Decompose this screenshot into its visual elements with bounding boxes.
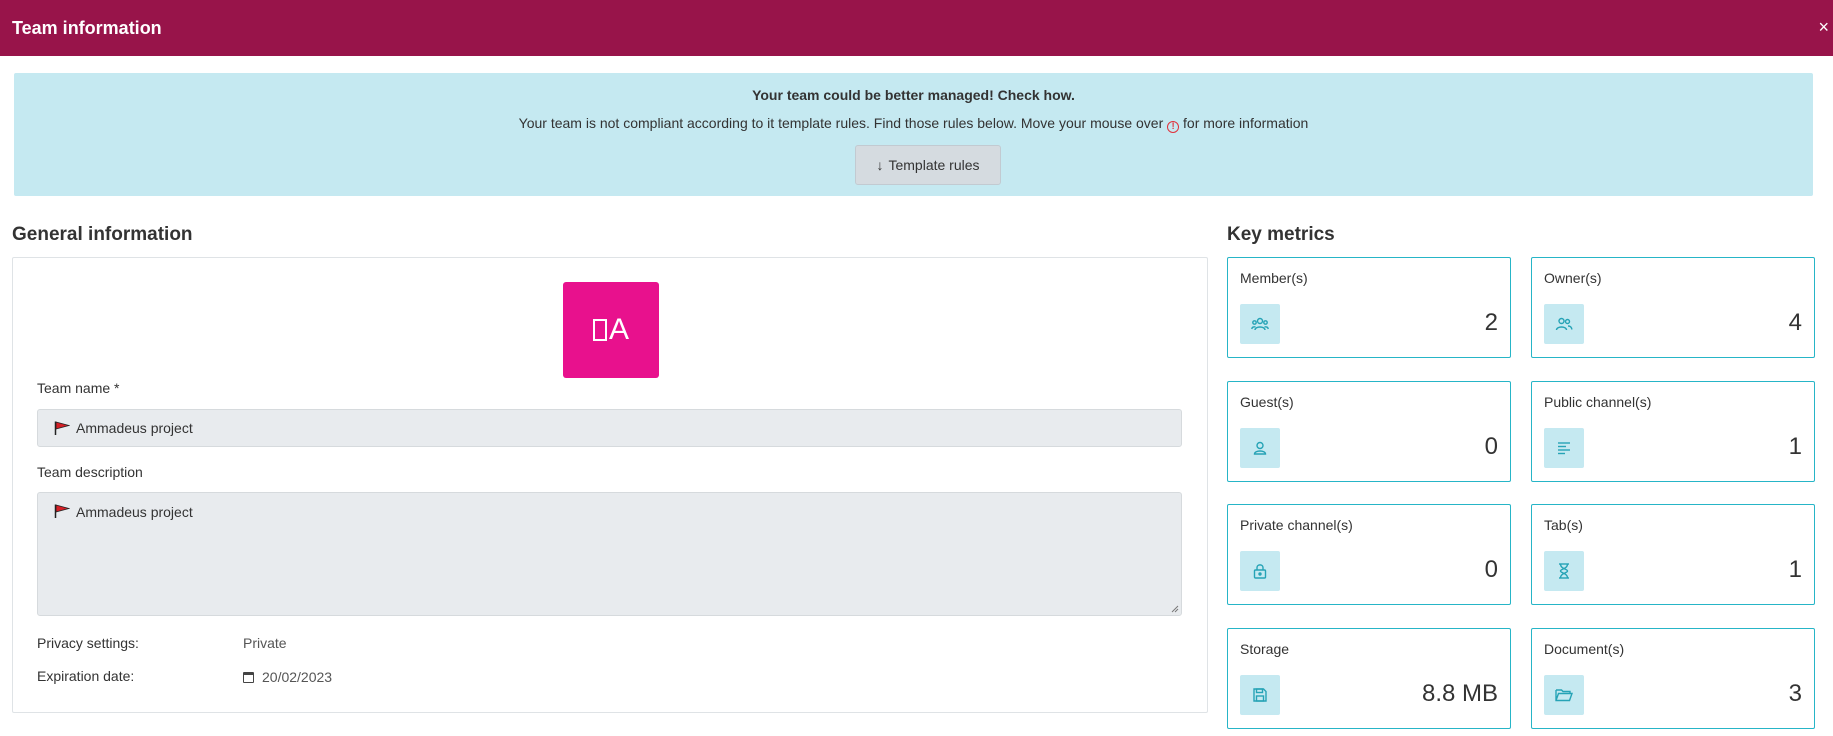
alert-text: Your team is not compliant according to … [14, 115, 1813, 133]
flag-icon [54, 504, 70, 518]
expiration-date-value: 20/02/2023 [243, 669, 332, 685]
privacy-value-text: Private [243, 635, 287, 651]
team-logo[interactable]: A [563, 282, 659, 378]
save-icon [1240, 675, 1280, 715]
metric-value: 4 [1788, 309, 1802, 336]
lock-icon [1240, 551, 1280, 591]
alert-text-before: Your team is not compliant according to … [518, 115, 1164, 131]
metric-label: Public channel(s) [1544, 394, 1652, 410]
metric-card-public-channels: Public channel(s) 1 [1531, 381, 1815, 482]
metric-card-owners: Owner(s) 4 [1531, 257, 1815, 358]
metric-value: 1 [1788, 433, 1802, 460]
expiration-date-text: 20/02/2023 [262, 669, 333, 685]
guest-icon [1240, 428, 1280, 468]
team-name-value: Ammadeus project [76, 420, 193, 436]
metric-label: Owner(s) [1544, 270, 1602, 286]
team-name-input[interactable]: Ammadeus project [37, 409, 1182, 447]
metric-card-documents: Document(s) 3 [1531, 628, 1815, 729]
flag-icon [54, 421, 70, 435]
metric-label: Member(s) [1240, 270, 1308, 286]
team-name-label: Team name * [37, 380, 120, 396]
folder-icon [1544, 675, 1584, 715]
general-information-card: A Team name * Ammadeus project Team desc… [12, 257, 1208, 713]
general-information-title: General information [12, 224, 193, 245]
privacy-settings-label: Privacy settings: [37, 635, 139, 651]
metric-value: 8.8 MB [1421, 680, 1498, 707]
calendar-icon [243, 671, 254, 683]
arrow-down-icon: ↓ [876, 157, 884, 173]
info-icon: ! [1167, 121, 1180, 133]
metric-label: Tab(s) [1544, 517, 1583, 533]
dialog-header: Team information × [0, 0, 1833, 56]
compliance-alert: Your team could be better managed! Check… [14, 73, 1813, 196]
members-icon [1240, 304, 1280, 344]
metric-card-members: Member(s) 2 [1227, 257, 1511, 358]
metric-label: Guest(s) [1240, 394, 1294, 410]
hourglass-icon [1544, 551, 1584, 591]
logo-placeholder-icon [592, 319, 607, 341]
close-icon[interactable]: × [1818, 17, 1829, 37]
metric-label: Document(s) [1544, 641, 1625, 657]
alert-text-after: for more information [1183, 115, 1309, 131]
metric-value: 3 [1788, 680, 1802, 707]
metric-card-storage: Storage 8.8 MB [1227, 628, 1511, 729]
public-channel-icon [1544, 428, 1584, 468]
metric-value: 1 [1788, 556, 1802, 583]
key-metrics-title: Key metrics [1227, 224, 1335, 245]
team-logo-letter: A [608, 313, 629, 346]
owners-icon [1544, 304, 1584, 344]
metric-value: 0 [1484, 433, 1498, 460]
alert-title: Your team could be better managed! Check… [752, 87, 1075, 103]
metric-card-tabs: Tab(s) 1 [1531, 504, 1815, 605]
expiration-date-label: Expiration date: [37, 668, 135, 684]
metric-card-guests: Guest(s) 0 [1227, 381, 1511, 482]
template-rules-label: Template rules [888, 157, 980, 173]
metric-value: 0 [1484, 556, 1498, 583]
dialog-title: Team information [12, 17, 162, 38]
team-description-label: Team description [37, 464, 143, 480]
resize-handle-icon[interactable] [1171, 605, 1179, 613]
team-description-value: Ammadeus project [76, 504, 193, 520]
metric-label: Storage [1240, 641, 1290, 657]
privacy-settings-value: Private [243, 635, 287, 651]
team-description-textarea[interactable]: Ammadeus project [37, 492, 1182, 616]
template-rules-button[interactable]: ↓ Template rules [855, 145, 1001, 185]
metric-value: 2 [1484, 309, 1498, 336]
metric-card-private-channels: Private channel(s) 0 [1227, 504, 1511, 605]
metric-label: Private channel(s) [1240, 517, 1353, 533]
